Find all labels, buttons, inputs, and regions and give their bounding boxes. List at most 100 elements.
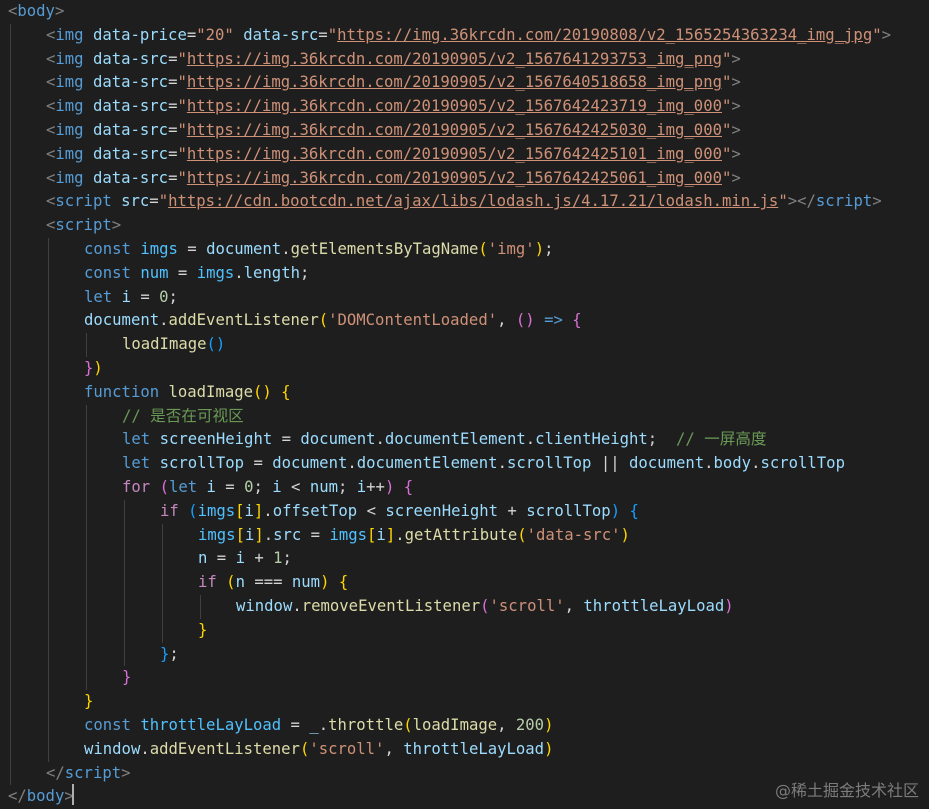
code-token: " [721, 168, 732, 187]
code-token: < [46, 25, 56, 44]
indent-guide [124, 499, 125, 524]
code-line[interactable]: const num = imgs.length; [0, 261, 929, 286]
code-line-content: }; [160, 643, 179, 667]
code-line-content: let i = 0; [84, 286, 178, 310]
indent-guide [10, 23, 11, 48]
code-line-content: document.addEventListener('DOMContentLoa… [84, 309, 582, 333]
code-line[interactable]: <img data-src="https://img.36krcdn.com/2… [0, 119, 929, 143]
code-line[interactable]: <img data-src="https://img.36krcdn.com/2… [0, 47, 929, 72]
code-line[interactable]: <script src="https://cdn.bootcdn.net/aja… [0, 190, 929, 215]
code-token: { [403, 478, 414, 496]
code-line[interactable]: let scrollTop = document.documentElement… [0, 452, 929, 476]
indent-guide [10, 238, 11, 262]
code-token: let [84, 287, 113, 306]
indent-guide [10, 452, 11, 476]
code-line[interactable]: <img data-src="https://img.36krcdn.com/2… [0, 166, 929, 191]
code-token: let [122, 454, 151, 473]
code-line[interactable]: } [0, 666, 929, 691]
code-line[interactable]: if (imgs[i].offsetTop < screenHeight + s… [0, 499, 929, 524]
code-line-content: <script> [46, 214, 121, 238]
code-line[interactable]: loadImage() [0, 333, 929, 357]
code-line[interactable]: let i = 0; [0, 285, 929, 310]
code-token: offsetTop [272, 501, 358, 520]
code-token: } [160, 644, 170, 663]
indent-guide [86, 499, 87, 524]
code-token: data-price [92, 25, 187, 44]
code-line[interactable]: document.addEventListener('DOMContentLoa… [0, 309, 929, 334]
code-token: < [281, 478, 310, 496]
code-line[interactable]: // 是否在可视区 [0, 404, 929, 429]
code-line-content: window.addEventListener('scroll', thrott… [84, 738, 553, 762]
code-line[interactable]: for (let i = 0; i < num; i++) { [0, 476, 929, 500]
code-token: document [206, 240, 282, 258]
code-line[interactable]: } [0, 690, 929, 714]
code-token: " [177, 121, 187, 139]
code-line[interactable]: } [0, 618, 929, 643]
code-token: " [177, 144, 187, 163]
code-line[interactable]: }) [0, 357, 929, 381]
code-token: addEventListener [168, 311, 319, 330]
indent-guide [124, 595, 125, 619]
code-token: < [46, 121, 56, 139]
code-token: + [498, 501, 527, 520]
indent-guide [124, 618, 125, 643]
indent-guide [10, 142, 11, 167]
code-token: { [338, 573, 349, 592]
code-token: https://cdn.bootcdn.net/ajax/libs/lodash… [168, 192, 779, 211]
indent-guide [48, 690, 49, 714]
code-token: https://img.36krcdn.com/20190905/v2_1567… [186, 49, 722, 68]
code-token: " [721, 73, 732, 92]
code-token: 'img' [487, 240, 535, 258]
code-token: addEventListener [149, 739, 300, 758]
code-token: window [236, 597, 293, 615]
code-token: === [244, 573, 292, 592]
code-line[interactable]: imgs[i].src = imgs[i].getAttribute('data… [0, 523, 929, 548]
code-token: imgs [196, 263, 235, 282]
code-token: ; [253, 478, 273, 496]
code-line-content: } [198, 619, 207, 643]
code-line[interactable]: window.addEventListener('scroll', thrott… [0, 737, 929, 762]
code-token: screenHeight [385, 501, 499, 520]
indent-guide [86, 571, 87, 595]
code-line[interactable]: }; [0, 642, 929, 667]
code-token: . [159, 311, 169, 330]
code-line[interactable]: <body> [0, 0, 929, 24]
code-line[interactable]: const imgs = document.getElementsByTagNa… [0, 238, 929, 262]
code-line[interactable]: n = i + 1; [0, 547, 929, 572]
code-token: ) [534, 240, 545, 258]
code-token: = [207, 549, 236, 568]
code-editor[interactable]: <body> <img data-price="20" data-src="htt… [0, 0, 929, 807]
code-token: . [292, 597, 302, 615]
code-token: n [198, 549, 208, 568]
code-line[interactable]: function loadImage() { [0, 380, 929, 405]
code-line[interactable]: if (n === num) { [0, 571, 929, 595]
code-line[interactable]: const throttleLayLoad = _.throttle(loadI… [0, 714, 929, 738]
code-line[interactable]: <img data-src="https://img.36krcdn.com/2… [0, 95, 929, 119]
indent-guide [10, 547, 11, 572]
code-line-content: <img data-src="https://img.36krcdn.com/2… [46, 143, 741, 167]
indent-guide [10, 523, 11, 548]
code-line[interactable]: window.removeEventListener('scroll', thr… [0, 595, 929, 619]
code-token: script [55, 216, 112, 235]
code-line[interactable]: <script> [0, 214, 929, 238]
indent-guide [86, 452, 87, 476]
code-token: data-src [92, 121, 169, 139]
code-token: = [215, 478, 245, 496]
code-token: num [309, 478, 338, 496]
code-token: " [721, 97, 732, 116]
indent-guide [10, 737, 11, 762]
code-line[interactable]: <img data-price="20" data-src="https://i… [0, 23, 929, 48]
code-token: > [731, 168, 741, 187]
code-token: " [721, 121, 732, 139]
indent-guide [48, 714, 49, 738]
code-token: > [731, 144, 741, 163]
code-token: 'DOMContentLoaded' [328, 311, 498, 330]
code-line[interactable]: let screenHeight = document.documentElem… [0, 428, 929, 453]
code-line[interactable]: <img data-src="https://img.36krcdn.com/2… [0, 71, 929, 96]
code-token: () [515, 311, 535, 330]
code-line[interactable]: <img data-src="https://img.36krcdn.com/2… [0, 142, 929, 167]
